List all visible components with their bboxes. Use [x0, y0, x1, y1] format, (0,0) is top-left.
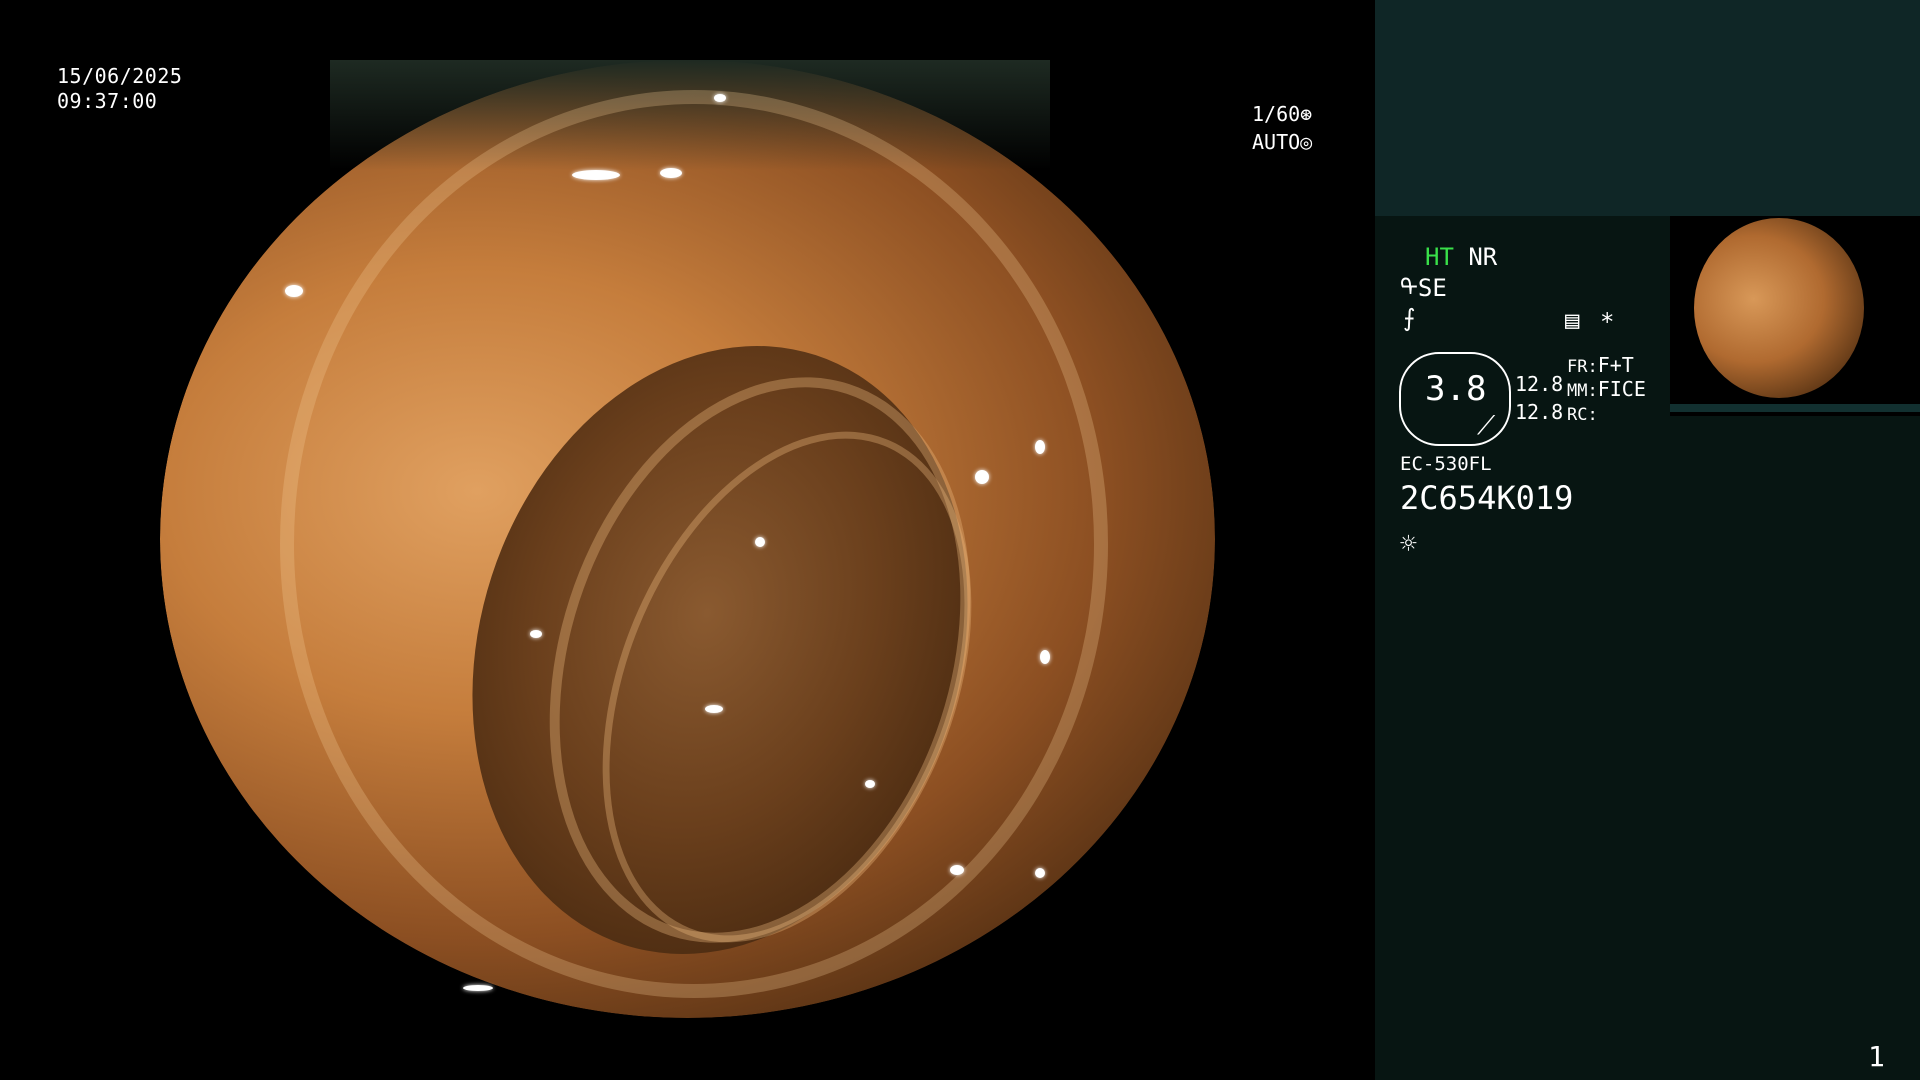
thumbnail-preview[interactable]	[1670, 216, 1920, 416]
date: 15/06/2025	[57, 64, 183, 88]
glint	[1040, 650, 1050, 664]
rc-row: RC:	[1567, 398, 1598, 429]
glint	[463, 985, 493, 991]
glint	[705, 705, 723, 713]
nr-mode: NR	[1468, 243, 1498, 271]
time: 09:37:00	[57, 89, 158, 113]
endoscopy-view: 15/06/2025 09:37:00 1/60⊛ AUTO◎	[0, 0, 1375, 1080]
glint	[1035, 440, 1045, 454]
color-icon: ⨍	[1403, 304, 1416, 332]
glint	[660, 168, 682, 178]
glint	[572, 170, 620, 180]
glint	[755, 537, 765, 547]
panel-header	[1375, 0, 1920, 216]
page-number: 1	[1868, 1040, 1885, 1073]
structure-enhancement-icon: ᠲ	[1400, 274, 1418, 302]
rc-label: RC:	[1567, 405, 1598, 425]
info-panel: HT NR ᠲSE ⨍ ▤ * 3.8 ⟋ 12.8 12.8 FR:F+T M…	[1375, 0, 1920, 1080]
glint	[285, 285, 303, 297]
thumbnail-bar	[1670, 404, 1920, 412]
magnifier-icon: ⟋	[1477, 411, 1496, 441]
value-2: 12.8	[1515, 400, 1564, 424]
light-icon: ☼	[1400, 527, 1417, 560]
serial-number: 2C654K019	[1400, 479, 1574, 517]
glint	[1035, 868, 1045, 878]
ht-mode: HT	[1425, 243, 1454, 271]
settings-icon: ▤	[1565, 306, 1580, 334]
processing-modes: HT NR	[1425, 243, 1497, 271]
iris-icon: ◎	[1300, 130, 1313, 154]
value-1: 12.8	[1515, 372, 1564, 396]
asterisk: *	[1600, 308, 1615, 336]
se-row: ᠲSE	[1400, 274, 1447, 302]
shutter-info: 1/60⊛ AUTO◎	[1252, 100, 1312, 156]
se-mode: SE	[1417, 274, 1447, 302]
zoom-value: 3.8	[1425, 369, 1487, 409]
glint	[530, 630, 542, 638]
aperture-icon: ⊛	[1300, 102, 1313, 126]
glint	[950, 865, 964, 875]
shutter-speed: 1/60	[1252, 102, 1301, 126]
mucosal-fold	[280, 90, 1108, 998]
scope-model: EC-530FL	[1400, 453, 1492, 475]
mm-value: FICE	[1597, 377, 1646, 401]
thumbnail-image	[1694, 218, 1864, 398]
timestamp: 15/06/2025 09:37:00	[57, 64, 182, 114]
glint	[975, 470, 989, 484]
exposure-mode: AUTO	[1252, 130, 1301, 154]
glint	[714, 94, 726, 102]
glint	[865, 780, 875, 788]
